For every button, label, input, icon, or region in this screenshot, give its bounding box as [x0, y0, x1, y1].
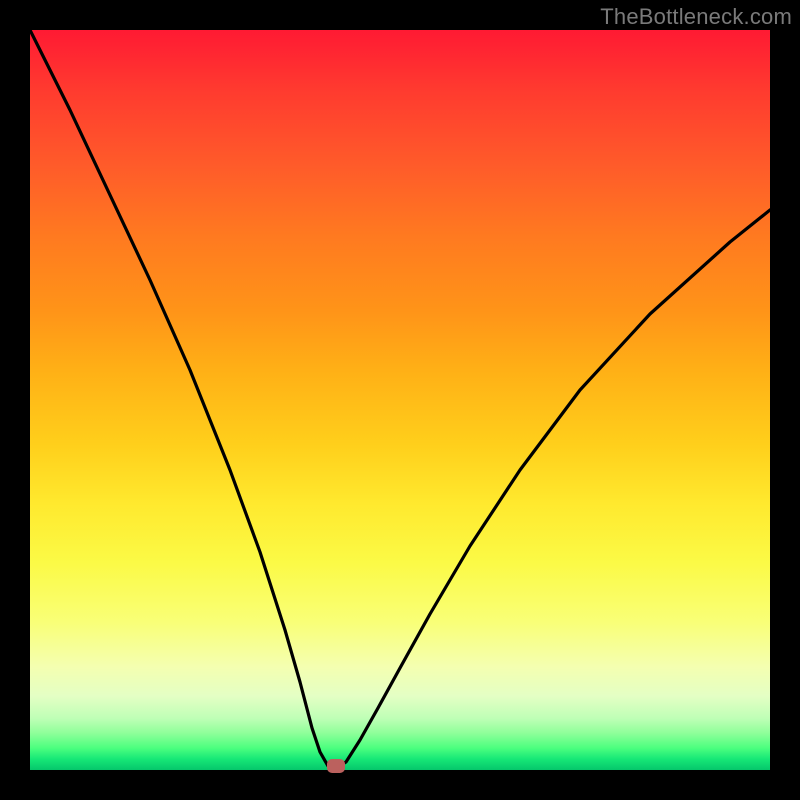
optimal-point-marker — [327, 759, 345, 773]
bottleneck-curve — [30, 30, 770, 770]
chart-frame: TheBottleneck.com — [0, 0, 800, 800]
watermark-text: TheBottleneck.com — [600, 4, 792, 30]
plot-area — [30, 30, 770, 770]
